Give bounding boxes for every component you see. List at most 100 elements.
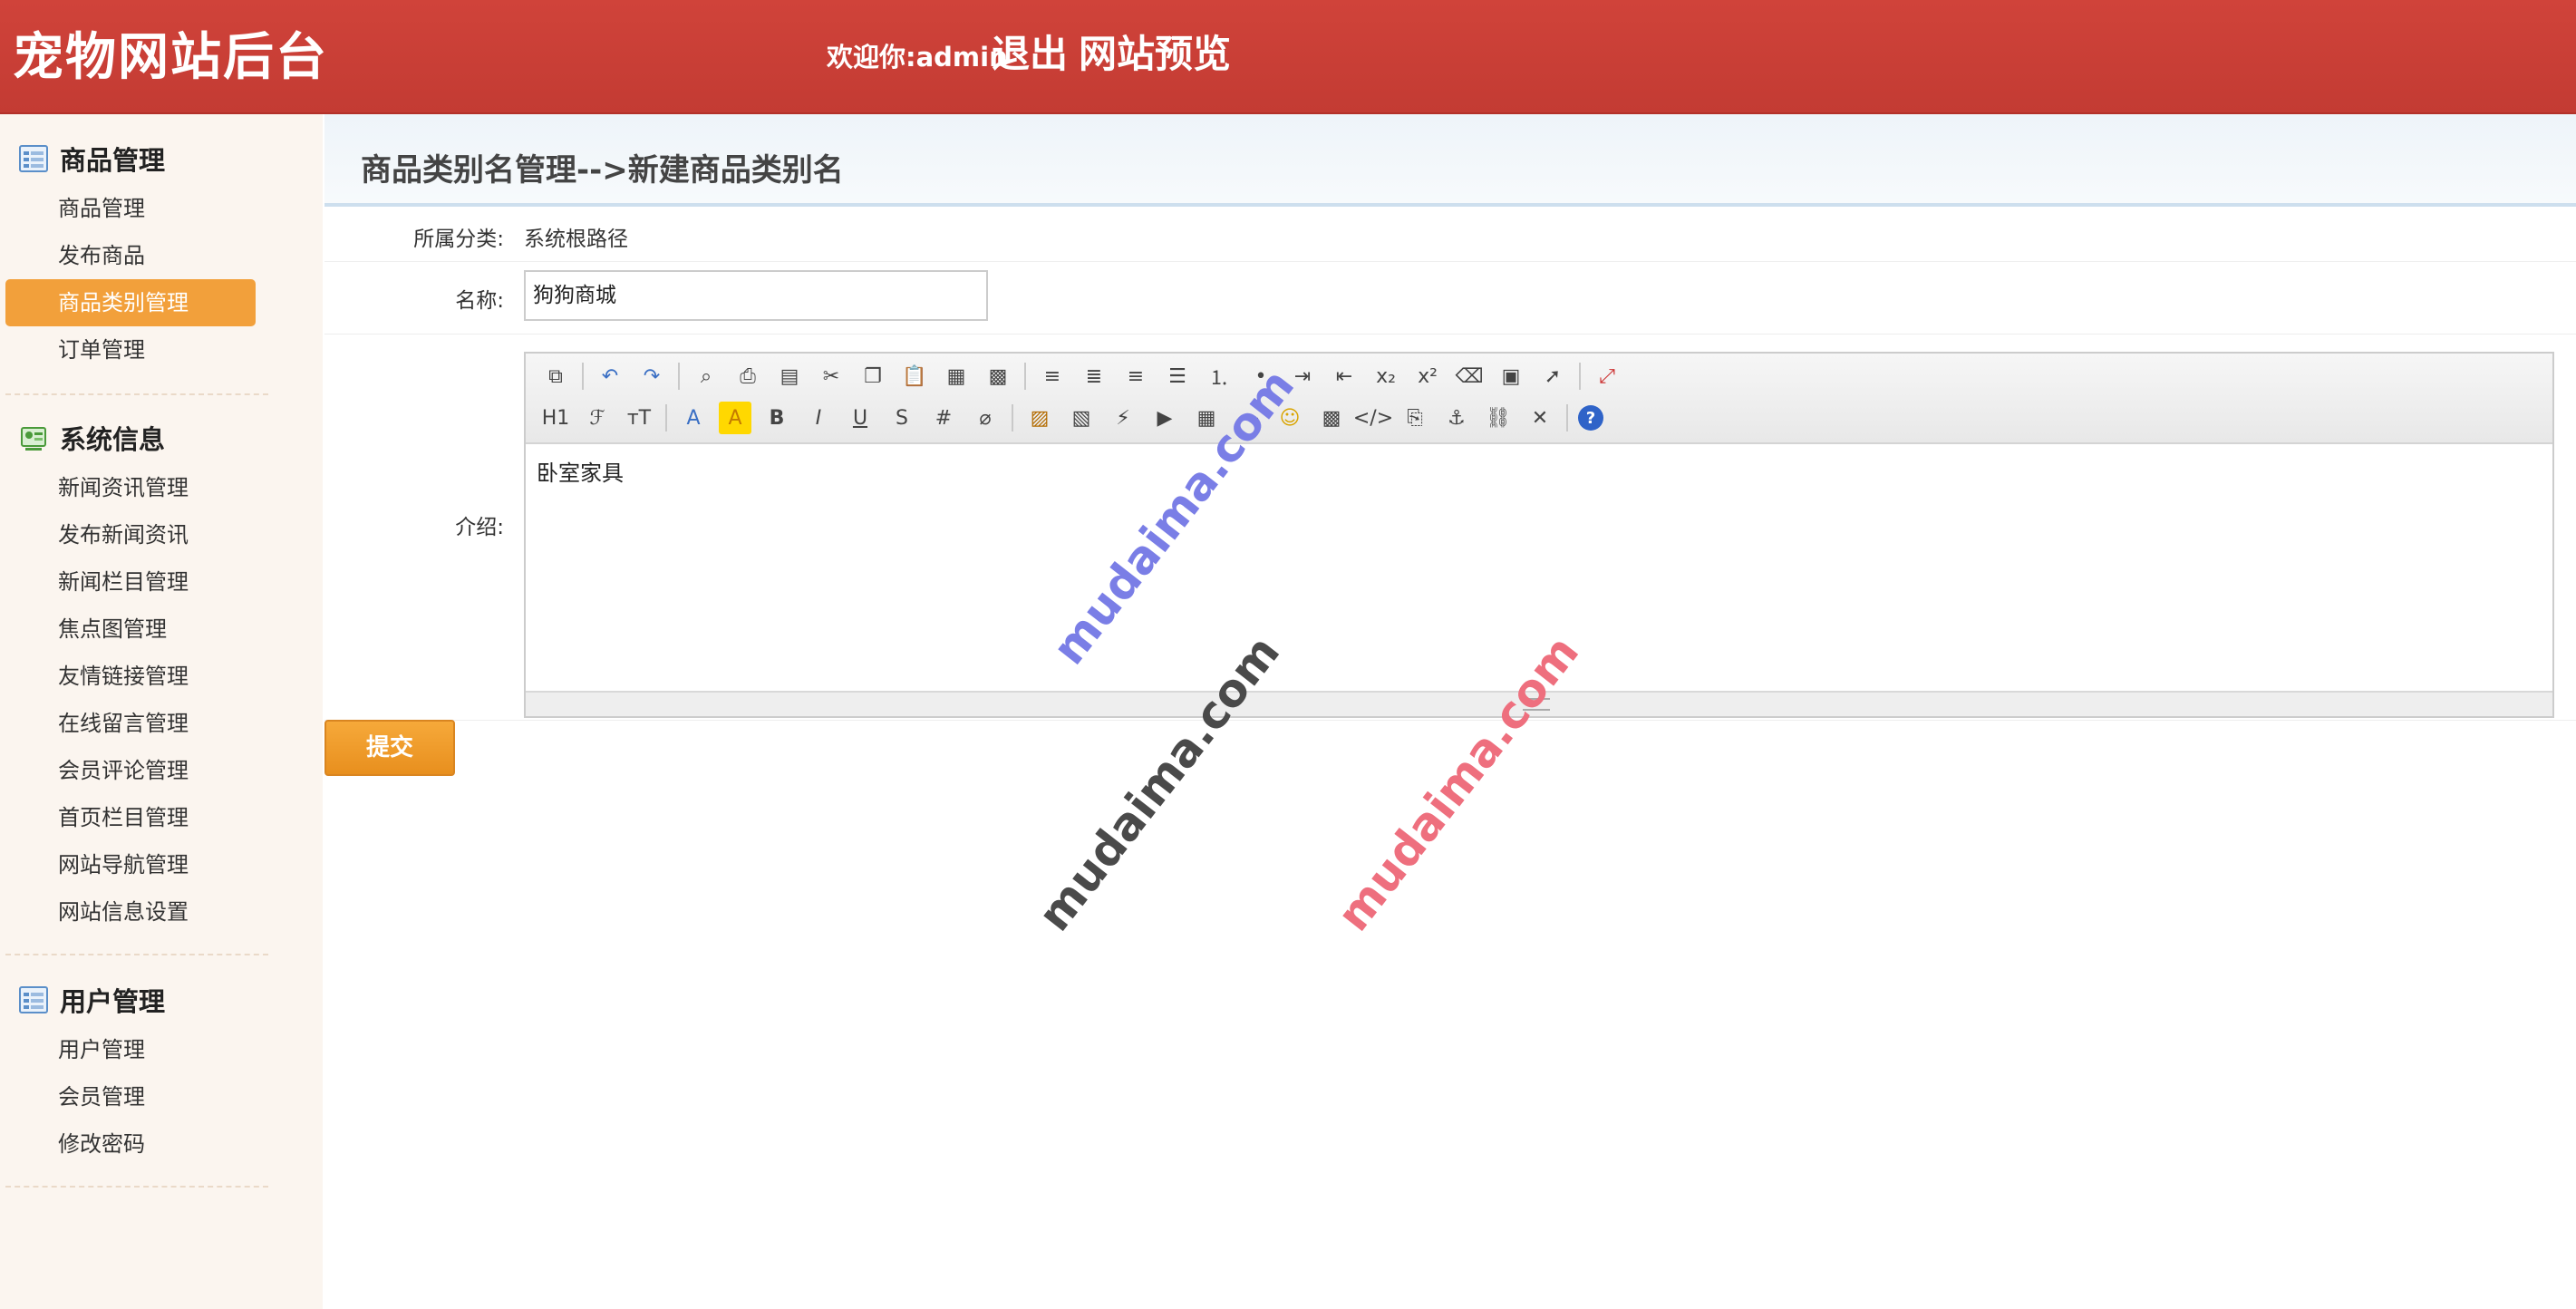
font-size-icon[interactable]: тT	[623, 402, 655, 434]
heading-icon[interactable]: H1	[539, 402, 572, 434]
toolbar-separator	[582, 363, 584, 390]
paste-text-icon[interactable]: ▦	[940, 360, 973, 393]
align-left-icon[interactable]: ≡	[1036, 360, 1069, 393]
sidebar-item-member-comments[interactable]: 会员评论管理	[5, 747, 256, 794]
toolbar-row-2: H1 ℱтT A A B I U S # ⌀ ▨ ▧ ⚡ ▶ ▦ ― ☺ ▩ </> ⎘ ⚓ ⛓ ✕?	[535, 399, 1608, 437]
sidebar-section-title: 系统信息	[60, 424, 166, 455]
link-icon[interactable]: ⛓	[1482, 402, 1515, 434]
sidebar-item-home-columns[interactable]: 首页栏目管理	[5, 794, 256, 841]
highlight-color-icon[interactable]: A	[719, 402, 751, 434]
sidebar-section-goods: 商品管理	[18, 136, 165, 181]
flash-icon[interactable]: ⚡	[1107, 402, 1139, 434]
toolbar-separator	[1024, 363, 1026, 390]
remove-format-icon[interactable]: ⌀	[969, 402, 1002, 434]
name-input[interactable]: 狗狗商城	[524, 270, 988, 321]
toolbar-separator	[1012, 404, 1013, 431]
help-icon[interactable]: ?	[1578, 405, 1603, 431]
sidebar-item-order-manage[interactable]: 订单管理	[5, 326, 256, 373]
sidebar-item-publish-goods[interactable]: 发布商品	[5, 232, 256, 279]
sidebar-item-member-manage[interactable]: 会员管理	[5, 1073, 256, 1120]
toolbar-separator	[678, 363, 680, 390]
sidebar-item-news-manage[interactable]: 新闻资讯管理	[5, 464, 256, 511]
copy-icon[interactable]: ❐	[857, 360, 889, 393]
top-header: 宠物网站后台 欢迎你:admin 退出 网站预览	[0, 0, 2576, 114]
paste-word-icon[interactable]: ▩	[982, 360, 1014, 393]
subscript-icon[interactable]: x₂	[1370, 360, 1402, 393]
paste-icon[interactable]: 📋	[898, 360, 931, 393]
toolbar-separator	[1579, 363, 1581, 390]
sidebar-section-title: 商品管理	[60, 145, 166, 176]
sidebar-item-focus-image[interactable]: 焦点图管理	[5, 606, 256, 653]
form-row-name: 名称: 狗狗商城	[324, 261, 2576, 335]
editor-toolbar: ⧉ ↶ ↷ ⌕ ⎙ ▤ ✂ ❐ 📋 ▦ ▩ ≡ ≣ ≡ ☰ ⒈ • ⇥ ⇤ x₂ x² ⌫ ▣ ➚ ⤢ H1 ℱтT A A B I U S #…	[526, 354, 2552, 444]
clear-format-icon[interactable]: ⌫	[1453, 360, 1486, 393]
site-preview-link[interactable]: 网站预览	[1079, 24, 1231, 79]
sidebar-item-goods-manage[interactable]: 商品管理	[5, 185, 256, 232]
sidebar: 商品管理 商品管理 发布商品 商品类别管理 订单管理 系统信息 新闻资讯管理 发…	[0, 114, 323, 1309]
sidebar-section-system: 系统信息	[18, 415, 165, 461]
logout-link[interactable]: 退出	[992, 24, 1068, 79]
unlink-icon[interactable]: ✕	[1524, 402, 1556, 434]
form-row-intro: 介绍: ⧉ ↶ ↷ ⌕ ⎙ ▤ ✂ ❐ 📋 ▦ ▩ ≡ ≣ ≡ ☰ ⒈ • ⇥ ⇤ x₂ x² ⌫ ▣ ➚ ⤢ H1 ℱтT A A B…	[324, 334, 2576, 721]
name-label: 名称:	[455, 289, 504, 313]
template-icon[interactable]: ▤	[773, 360, 806, 393]
sidebar-item-messages[interactable]: 在线留言管理	[5, 700, 256, 747]
outdent-icon[interactable]: ⇤	[1328, 360, 1361, 393]
undo-icon[interactable]: ↶	[594, 360, 626, 393]
superscript-icon[interactable]: x²	[1411, 360, 1444, 393]
font-color-icon[interactable]: A	[677, 402, 710, 434]
italic-icon[interactable]: I	[802, 402, 835, 434]
sidebar-item-change-password[interactable]: 修改密码	[5, 1120, 256, 1168]
app-title: 宠物网站后台	[13, 28, 328, 87]
sidebar-item-category-manage[interactable]: 商品类别管理	[5, 279, 256, 326]
pointer-icon[interactable]: ➚	[1536, 360, 1569, 393]
fullscreen-icon[interactable]: ⤢	[1591, 360, 1623, 393]
sidebar-item-user-manage[interactable]: 用户管理	[5, 1026, 256, 1073]
strikethrough-icon[interactable]: S	[886, 402, 918, 434]
category-value: 系统根路径	[524, 228, 628, 251]
multi-image-icon[interactable]: ▧	[1065, 402, 1098, 434]
form-row-category: 所属分类: 系统根路径	[324, 208, 2576, 262]
page-title: 商品类别名管理-->新建商品类别名	[361, 152, 844, 189]
print-icon[interactable]: ⎙	[731, 360, 764, 393]
system-info-icon	[18, 422, 49, 453]
sidebar-section-users: 用户管理	[18, 977, 165, 1023]
line-height-icon[interactable]: #	[927, 402, 960, 434]
sidebar-item-friend-links[interactable]: 友情链接管理	[5, 653, 256, 700]
image-icon[interactable]: ▨	[1023, 402, 1056, 434]
page-break-icon[interactable]: ⎘	[1399, 402, 1431, 434]
submit-button[interactable]: 提交	[324, 720, 455, 776]
select-all-icon[interactable]: ▣	[1495, 360, 1527, 393]
underline-icon[interactable]: U	[844, 402, 876, 434]
cut-icon[interactable]: ✂	[815, 360, 847, 393]
bold-icon[interactable]: B	[760, 402, 793, 434]
sidebar-item-site-settings[interactable]: 网站信息设置	[5, 888, 256, 936]
sidebar-section-title: 用户管理	[60, 986, 166, 1017]
redo-icon[interactable]: ↷	[635, 360, 668, 393]
source-icon[interactable]: ⧉	[539, 360, 572, 393]
font-family-icon[interactable]: ℱ	[581, 402, 614, 434]
sidebar-divider	[5, 954, 268, 955]
main-content: 商品类别名管理-->新建商品类别名 所属分类: 系统根路径 名称: 狗狗商城 介…	[324, 114, 2576, 1309]
sidebar-item-news-column[interactable]: 新闻栏目管理	[5, 558, 256, 606]
toolbar-row-1: ⧉ ↶ ↷ ⌕ ⎙ ▤ ✂ ❐ 📋 ▦ ▩ ≡ ≣ ≡ ☰ ⒈ • ⇥ ⇤ x₂ x² ⌫ ▣ ➚ ⤢	[535, 357, 1628, 395]
toolbar-separator	[665, 404, 667, 431]
ordered-list-icon[interactable]: ⒈	[1203, 360, 1235, 393]
preview-icon[interactable]: ⌕	[690, 360, 722, 393]
align-justify-icon[interactable]: ☰	[1161, 360, 1194, 393]
welcome-text: 欢迎你:admin	[827, 42, 1008, 73]
list-icon	[18, 143, 49, 174]
anchor-icon[interactable]: ⚓	[1440, 402, 1473, 434]
list-icon	[18, 984, 49, 1015]
page-header: 商品类别名管理-->新建商品类别名	[324, 114, 2576, 207]
map-icon[interactable]: ▩	[1315, 402, 1348, 434]
align-center-icon[interactable]: ≣	[1078, 360, 1110, 393]
align-right-icon[interactable]: ≡	[1119, 360, 1152, 393]
sidebar-item-publish-news[interactable]: 发布新闻资讯	[5, 511, 256, 558]
sidebar-divider	[5, 1186, 268, 1188]
code-icon[interactable]: </>	[1353, 402, 1393, 434]
sidebar-divider	[5, 393, 268, 395]
sidebar-item-site-nav[interactable]: 网站导航管理	[5, 841, 256, 888]
category-label: 所属分类:	[413, 228, 504, 251]
media-icon[interactable]: ▶	[1148, 402, 1181, 434]
